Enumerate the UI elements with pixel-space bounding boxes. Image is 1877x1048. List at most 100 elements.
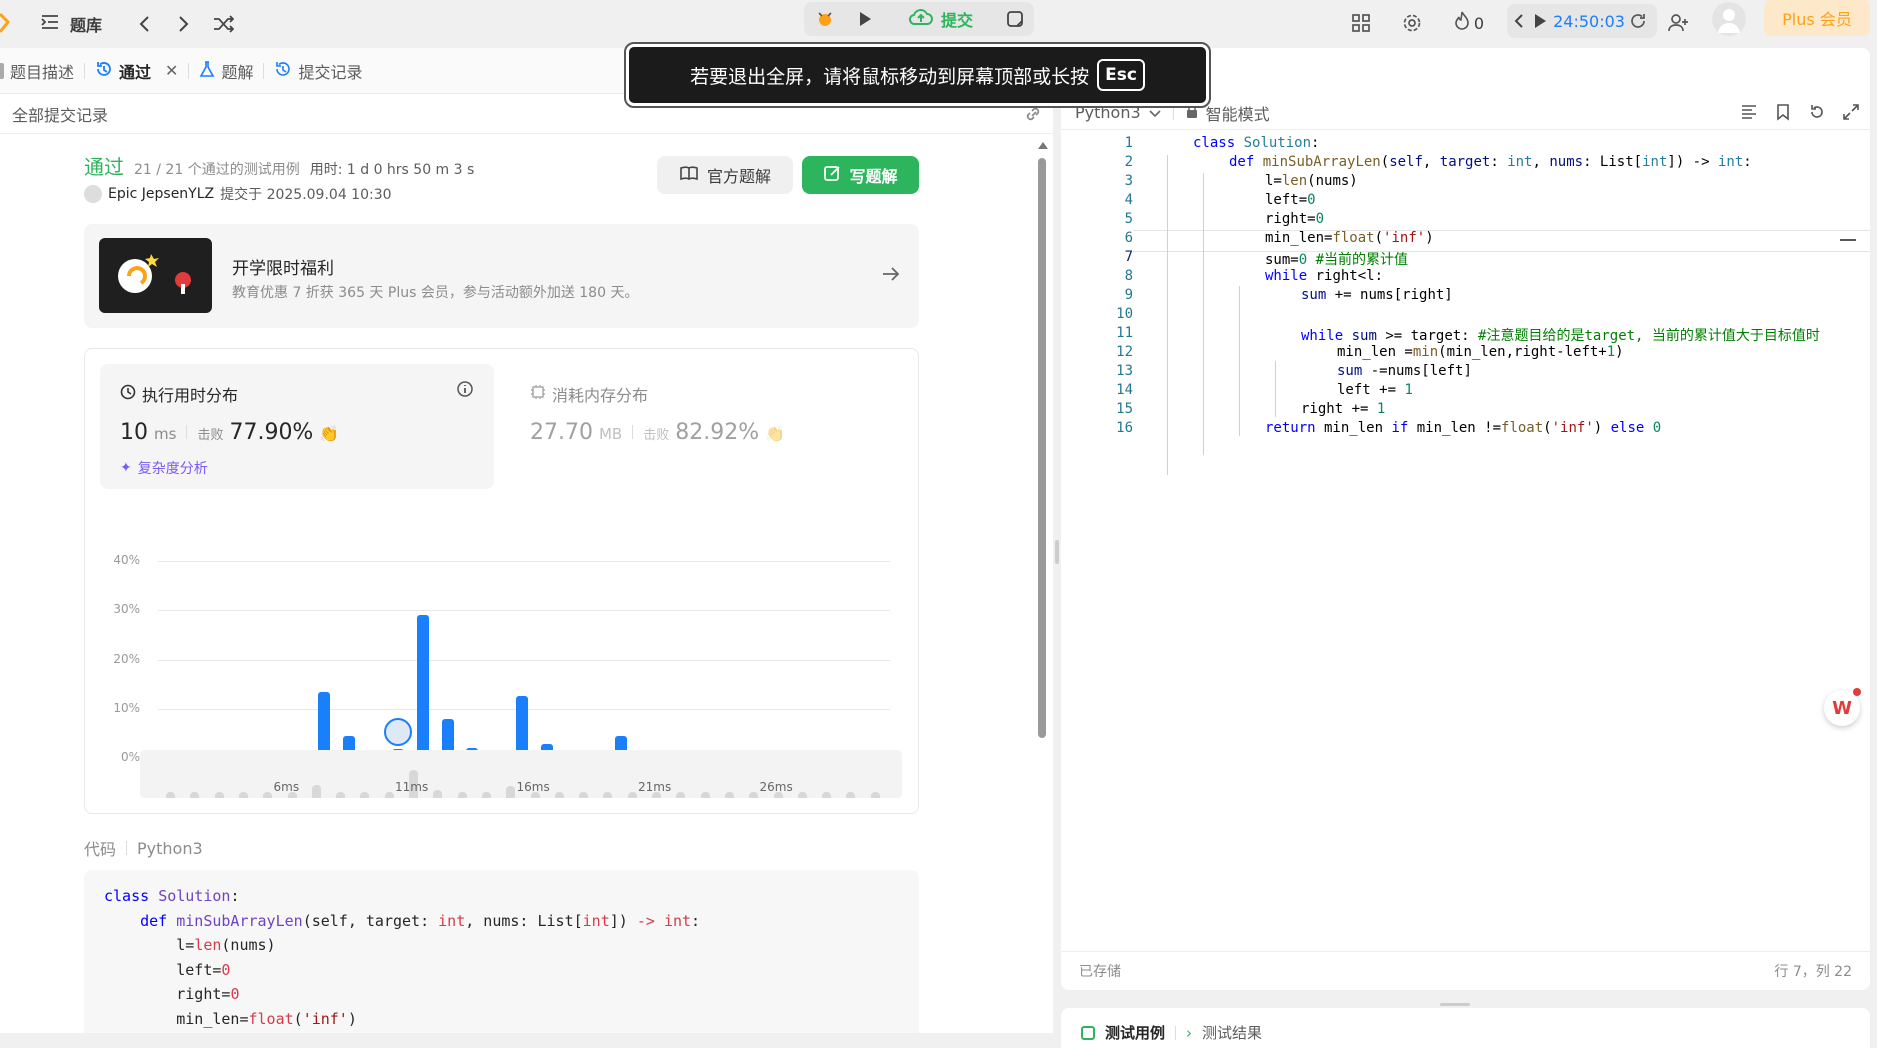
scroll-up-icon[interactable] [1038, 142, 1048, 149]
settings-gear-icon[interactable] [1397, 8, 1427, 38]
overview-bar [749, 792, 759, 798]
code-line: while sum >= target: #注意题目给的是target, 当前的… [1301, 328, 1820, 344]
fullscreen-toast: 若要退出全屏，请将鼠标移动到屏幕顶部或长按 Esc [624, 42, 1211, 108]
overview-bar [797, 792, 807, 798]
overview-bar [336, 792, 346, 798]
overview-bar [263, 792, 273, 798]
overview-bar [457, 792, 467, 798]
panel-resizer[interactable] [1055, 540, 1059, 564]
chart-bar[interactable] [318, 691, 331, 758]
grid-line [158, 561, 890, 562]
divider [126, 841, 128, 855]
overview-bar [870, 792, 880, 798]
overview-bar [554, 792, 564, 798]
vertical-resizer[interactable] [1440, 1003, 1470, 1006]
code-label: 代码 [84, 840, 117, 859]
overview-bar [627, 792, 637, 798]
chart-bar[interactable] [417, 615, 429, 758]
y-tick-label: 10% [113, 700, 140, 715]
test-panel: 测试用例 › 测试结果 [1061, 1008, 1870, 1048]
code-line: def minSubArrayLen(self, target: int, nu… [140, 911, 701, 930]
line-number: 9 [1124, 287, 1133, 303]
submit-button[interactable]: 提交 [896, 4, 986, 34]
overview-tick-label: 21ms [638, 780, 672, 794]
note-icon[interactable] [998, 4, 1032, 34]
overview-tick-label: 11ms [395, 780, 429, 794]
streak-counter[interactable]: 0 [1446, 8, 1492, 38]
editor-status-bar: 已存储 行 7，列 22 [1061, 951, 1870, 990]
line-number: 10 [1116, 306, 1133, 322]
debug-icon[interactable] [808, 4, 842, 34]
submitted-code: class Solution: def minSubArrayLen(self,… [104, 884, 700, 1031]
smart-mode-label[interactable]: 智能模式 [1206, 101, 1270, 125]
line-number: 16 [1116, 420, 1133, 436]
left-panel: 题目描述 通过 ✕ 题解 提交记录 全部提交记录 通过 21 / 21 个通过的… [0, 48, 1053, 1033]
code-line: min_len=float('inf') [104, 1009, 357, 1028]
runtime-distribution-chart[interactable]: 40% 30% 20% 10% 0% 6ms 11ms 16ms 21ms 26ms [0, 48, 1000, 808]
timer-display[interactable]: 24:50:03 [1553, 8, 1625, 34]
expand-icon[interactable] [1842, 103, 1860, 125]
indent-guide [1167, 155, 1168, 475]
scrollbar-thumb[interactable] [1038, 158, 1046, 738]
avatar[interactable] [1712, 2, 1746, 36]
line-number: 14 [1116, 382, 1133, 398]
code-editor[interactable]: 1 class Solution: 2 def minSubArrayLen(sel… [1061, 131, 1870, 951]
prev-problem-icon[interactable] [132, 10, 156, 38]
plus-membership-button[interactable]: Plus 会员 [1764, 0, 1870, 36]
submit-label: 提交 [940, 11, 973, 30]
line-number: 3 [1124, 173, 1133, 189]
timer-collapse-icon[interactable] [1510, 8, 1528, 34]
problem-bank-button[interactable]: 题库 [40, 10, 102, 38]
run-icon[interactable] [848, 4, 882, 34]
overview-bar [360, 792, 370, 798]
scrollbar[interactable] [1036, 142, 1048, 1033]
code-line: sum -=nums[left] [1337, 363, 1472, 379]
logo-icon[interactable] [0, 8, 10, 38]
code-language: Python3 [137, 838, 203, 858]
code-line: while right<l: [1265, 268, 1384, 284]
y-tick-label: 0% [120, 750, 140, 764]
timer-reset-icon[interactable] [1626, 8, 1650, 34]
code-line: sum=0 #当前的累计值 [1265, 252, 1409, 268]
layout-icon[interactable] [1346, 8, 1376, 38]
overview-bar [238, 792, 248, 798]
saved-status: 已存储 [1079, 964, 1121, 980]
streak-count: 0 [1473, 13, 1485, 33]
line-number: 7 [1124, 249, 1133, 265]
top-bar: 题库 提交 0 24:50:03 Plus 会员 [0, 0, 1877, 48]
line-number: 11 [1116, 325, 1133, 341]
overview-bar [700, 792, 710, 798]
divider [1172, 105, 1174, 120]
fullscreen-toast-text: 若要退出全屏，请将鼠标移动到屏幕顶部或长按 [690, 65, 1090, 88]
format-icon[interactable] [1740, 103, 1758, 125]
bookmark-icon[interactable] [1774, 103, 1792, 125]
code-line: left=0 [1265, 192, 1316, 208]
chart-bar[interactable] [515, 696, 528, 758]
user-position-marker[interactable] [384, 718, 413, 746]
shuffle-icon[interactable] [210, 10, 238, 38]
cursor-position: 行 7，列 22 [1774, 964, 1852, 980]
overview-bar [724, 792, 734, 798]
notification-dot [1853, 688, 1861, 696]
code-line: right=0 [1265, 211, 1325, 227]
chart-range-slider[interactable]: 6ms 11ms 16ms 21ms 26ms [140, 750, 902, 798]
overview-tick-label: 6ms [273, 780, 300, 794]
overview-tick-label: 16ms [516, 780, 550, 794]
line-number: 12 [1116, 344, 1133, 360]
next-problem-icon[interactable] [172, 10, 196, 38]
line-number: 6 [1124, 230, 1133, 246]
add-friend-icon[interactable] [1664, 8, 1694, 38]
timer-play-icon[interactable] [1530, 8, 1550, 34]
submitted-code-block[interactable]: class Solution: def minSubArrayLen(self,… [84, 870, 919, 1033]
overview-bar [311, 785, 321, 798]
problem-bank-label: 题库 [70, 16, 103, 35]
overview-tick-label: 26ms [759, 780, 793, 794]
code-line: min_len=float('inf') [1265, 230, 1434, 246]
link-icon[interactable] [1023, 104, 1045, 128]
grid-line [158, 610, 890, 612]
reset-icon[interactable] [1808, 103, 1826, 125]
code-line: l=len(nums) [104, 936, 276, 954]
overview-bar [214, 792, 224, 798]
overview-bar [846, 792, 856, 798]
y-tick-label: 30% [113, 602, 140, 617]
